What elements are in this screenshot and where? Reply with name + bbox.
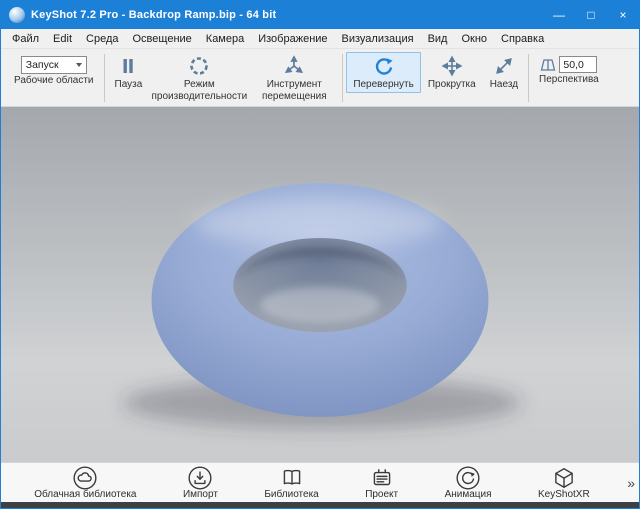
- toolbar-separator: [104, 54, 105, 102]
- workspace-tool: Запуск Рабочие области: [7, 52, 101, 89]
- import-icon: [187, 465, 213, 491]
- import-button[interactable]: Импорт: [183, 465, 218, 500]
- dolly-icon: [493, 54, 515, 78]
- menu-lighting[interactable]: Освещение: [126, 29, 199, 48]
- library-icon: [279, 465, 305, 491]
- app-icon: [9, 7, 25, 23]
- bottom-ribbon: Облачная библиотека Импорт Библиотека: [1, 462, 639, 502]
- perspective-label: Перспектива: [539, 74, 599, 86]
- performance-mode-button[interactable]: Режим производительности: [149, 52, 249, 104]
- keyshotxr-button[interactable]: KeyShotXR: [538, 465, 590, 500]
- menu-view[interactable]: Вид: [421, 29, 455, 48]
- cloud-icon: [72, 465, 98, 491]
- perspective-input[interactable]: [559, 56, 597, 73]
- animation-label: Анимация: [445, 490, 492, 500]
- project-icon: [369, 465, 395, 491]
- expand-ribbon-button[interactable]: »: [627, 475, 635, 491]
- menu-help[interactable]: Справка: [494, 29, 551, 48]
- maximize-button[interactable]: □: [575, 1, 607, 29]
- import-label: Импорт: [183, 490, 218, 500]
- workspace-dropdown[interactable]: Запуск: [21, 56, 87, 74]
- menu-window[interactable]: Окно: [454, 29, 494, 48]
- title-bar[interactable]: KeyShot 7.2 Pro - Backdrop Ramp.bip - 64…: [1, 1, 639, 29]
- dolly-label: Наезд: [490, 79, 518, 91]
- pan-button[interactable]: Прокрутка: [421, 52, 483, 93]
- performance-mode-icon: [188, 54, 210, 78]
- project-label: Проект: [365, 490, 398, 500]
- move-tool-label: Инструмент перемещения: [256, 79, 332, 102]
- bottom-dark-strip: [1, 502, 639, 508]
- toolbar-separator: [528, 54, 529, 102]
- project-button[interactable]: Проект: [365, 465, 398, 500]
- minimize-button[interactable]: —: [543, 1, 575, 29]
- pause-icon: [117, 54, 139, 78]
- move-tool-icon: [283, 54, 305, 78]
- menu-environment[interactable]: Среда: [79, 29, 125, 48]
- workspace-dropdown-value: Запуск: [26, 59, 59, 71]
- menu-camera[interactable]: Камера: [199, 29, 251, 48]
- animation-icon: [455, 465, 481, 491]
- library-button[interactable]: Библиотека: [264, 465, 318, 500]
- menu-image[interactable]: Изображение: [251, 29, 334, 48]
- tumble-button[interactable]: Перевернуть: [346, 52, 421, 93]
- move-tool-button[interactable]: Инструмент перемещения: [249, 52, 339, 104]
- keyshot-window: KeyShot 7.2 Pro - Backdrop Ramp.bip - 64…: [0, 0, 640, 509]
- pan-icon: [441, 54, 463, 78]
- perspective-tool: Перспектива: [532, 52, 606, 88]
- library-label: Библиотека: [264, 490, 318, 500]
- pause-label: Пауза: [115, 79, 143, 91]
- menu-file[interactable]: Файл: [5, 29, 46, 48]
- animation-button[interactable]: Анимация: [445, 465, 492, 500]
- tumble-label: Перевернуть: [353, 79, 414, 91]
- toolbar-separator: [342, 54, 343, 102]
- workspace-label: Рабочие области: [14, 75, 94, 87]
- viewport-3d[interactable]: [1, 107, 639, 462]
- cloud-library-button[interactable]: Облачная библиотека: [34, 465, 136, 500]
- menu-edit[interactable]: Edit: [46, 29, 79, 48]
- main-toolbar: Запуск Рабочие области Пауза Режим произ…: [1, 49, 639, 107]
- keyshotxr-label: KeyShotXR: [538, 490, 590, 500]
- close-button[interactable]: ×: [607, 1, 639, 29]
- dolly-button[interactable]: Наезд: [483, 52, 525, 93]
- performance-mode-label: Режим производительности: [151, 79, 247, 102]
- pan-label: Прокрутка: [428, 79, 476, 91]
- menu-bar: Файл Edit Среда Освещение Камера Изображ…: [1, 29, 639, 49]
- chevron-down-icon: [76, 63, 82, 67]
- tumble-icon: [373, 54, 395, 78]
- menu-render[interactable]: Визуализация: [335, 29, 421, 48]
- cloud-library-label: Облачная библиотека: [34, 490, 136, 500]
- window-title: KeyShot 7.2 Pro - Backdrop Ramp.bip - 64…: [31, 9, 543, 21]
- pause-button[interactable]: Пауза: [108, 52, 150, 93]
- keyshotxr-icon: [551, 465, 577, 491]
- perspective-icon: [540, 57, 556, 73]
